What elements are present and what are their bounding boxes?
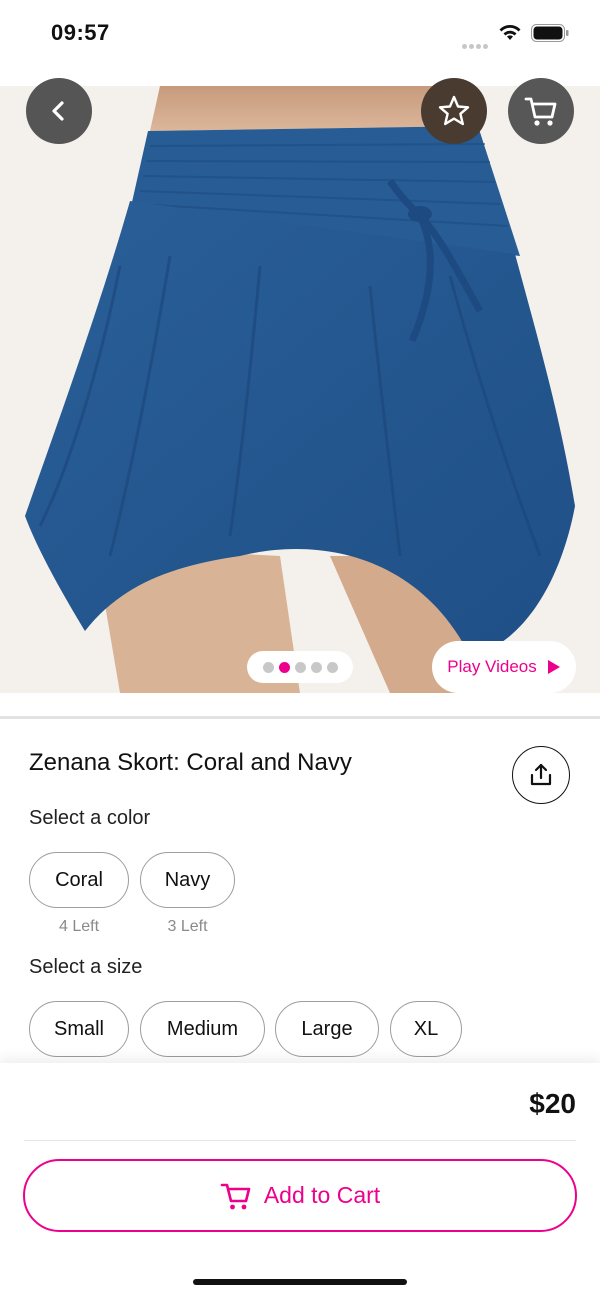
color-stock-navy: 3 Left xyxy=(167,918,208,935)
share-button[interactable] xyxy=(512,746,570,804)
status-bar: 09:57 xyxy=(0,0,600,70)
color-option-coral[interactable]: Coral xyxy=(29,852,129,908)
color-option-navy[interactable]: Navy xyxy=(140,852,235,908)
size-option-xl[interactable]: XL xyxy=(390,1001,462,1057)
page-dot[interactable] xyxy=(294,661,306,673)
product-photo xyxy=(0,86,600,693)
size-option-large[interactable]: Large xyxy=(275,1001,379,1057)
cart-icon xyxy=(524,97,557,126)
share-icon xyxy=(530,763,552,786)
page-dot[interactable] xyxy=(326,661,338,673)
battery-icon xyxy=(531,24,569,42)
play-icon xyxy=(547,660,560,674)
wifi-icon xyxy=(499,25,521,40)
star-icon xyxy=(438,95,470,126)
add-to-cart-label: Add to Cart xyxy=(263,1182,381,1208)
signal-dots-icon xyxy=(462,36,492,49)
product-image-carousel[interactable] xyxy=(0,86,600,693)
product-title: Zenana Skort: Coral and Navy xyxy=(29,749,352,776)
back-button[interactable] xyxy=(26,78,92,144)
size-select-label: Select a size xyxy=(29,956,143,978)
add-to-cart-button[interactable]: Add to Cart xyxy=(23,1159,577,1232)
carousel-pagination xyxy=(247,651,353,683)
price-divider xyxy=(24,1140,576,1141)
play-videos-button[interactable]: Play Videos xyxy=(432,641,576,693)
size-option-medium[interactable]: Medium xyxy=(140,1001,265,1057)
cart-icon xyxy=(220,1183,251,1209)
product-price: $20 xyxy=(529,1088,576,1119)
favorite-button[interactable] xyxy=(421,78,487,144)
play-videos-label: Play Videos xyxy=(447,657,537,676)
page-dot[interactable] xyxy=(310,661,322,673)
color-select-label: Select a color xyxy=(29,807,151,829)
chevron-left-icon xyxy=(52,101,64,121)
home-indicator[interactable] xyxy=(193,1279,407,1285)
size-option-small[interactable]: Small xyxy=(29,1001,129,1057)
page-dot[interactable] xyxy=(262,661,274,673)
color-stock-coral: 4 Left xyxy=(58,918,100,935)
page-dot-active[interactable] xyxy=(278,661,290,673)
status-time: 09:57 xyxy=(51,20,110,45)
cart-button[interactable] xyxy=(508,78,574,144)
section-divider xyxy=(0,716,600,719)
